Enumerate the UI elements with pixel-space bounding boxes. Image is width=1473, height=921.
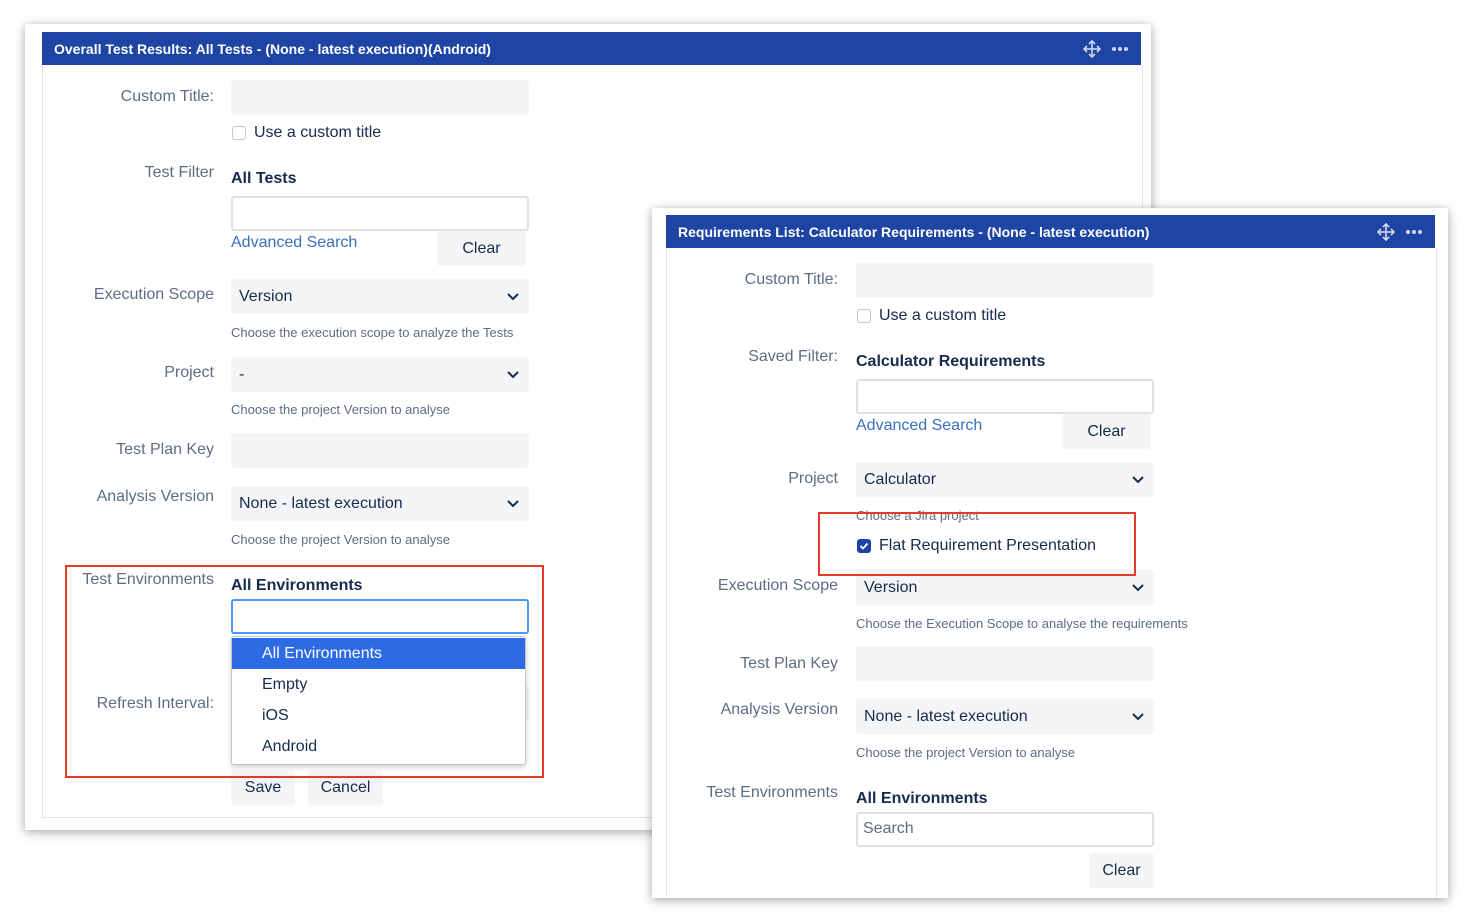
checkbox-box[interactable]: [857, 309, 871, 323]
execution-scope-select[interactable]: Version: [231, 279, 529, 314]
test-environments-value: All Environments: [856, 790, 988, 807]
requirements-list-gadget: Requirements List: Calculator Requiremen…: [652, 208, 1448, 898]
clear-button[interactable]: Clear: [437, 231, 526, 266]
select-value: Calculator: [864, 470, 937, 488]
test-plan-key-label: Test Plan Key: [740, 655, 838, 672]
test-environments-label: Test Environments: [706, 784, 838, 801]
test-plan-key-input[interactable]: [231, 433, 529, 468]
advanced-search-link[interactable]: Advanced Search: [856, 417, 982, 435]
saved-filter-input[interactable]: [856, 379, 1154, 414]
chevron-down-icon: [507, 370, 519, 378]
gadget-header: Requirements List: Calculator Requiremen…: [666, 215, 1435, 248]
project-select[interactable]: Calculator: [856, 462, 1154, 497]
analysis-version-help: Choose the project Version to analyse: [231, 532, 450, 547]
custom-title-input[interactable]: [231, 80, 529, 115]
custom-title-input[interactable]: [856, 263, 1154, 298]
execution-scope-label: Execution Scope: [93, 286, 214, 303]
project-help: Choose the project Version to analyse: [231, 402, 450, 417]
select-value: None - latest execution: [239, 494, 403, 512]
use-custom-title-checkbox[interactable]: Use a custom title: [857, 307, 1006, 325]
analysis-version-help: Choose the project Version to analyse: [856, 745, 1075, 760]
chevron-down-icon: [507, 292, 519, 300]
execution-scope-help: Choose the Execution Scope to analyse th…: [856, 616, 1188, 631]
chevron-down-icon: [1132, 475, 1144, 483]
checkbox-label: Use a custom title: [879, 307, 1007, 324]
execution-scope-label: Execution Scope: [717, 577, 838, 594]
chevron-down-icon: [507, 499, 519, 507]
project-select[interactable]: -: [231, 357, 529, 392]
execution-scope-help: Choose the execution scope to analyze th…: [231, 325, 514, 340]
clear-environments-button[interactable]: Clear: [1089, 853, 1154, 888]
test-filter-input[interactable]: [231, 196, 529, 231]
checkbox-label: Use a custom title: [254, 124, 382, 141]
more-options-icon[interactable]: [1405, 229, 1423, 235]
chevron-down-icon: [1132, 712, 1144, 720]
clear-button[interactable]: Clear: [1062, 414, 1151, 449]
saved-filter-label: Saved Filter:: [748, 348, 838, 365]
move-icon[interactable]: [1377, 222, 1395, 241]
analysis-version-label: Analysis Version: [96, 488, 214, 505]
analysis-version-label: Analysis Version: [720, 701, 838, 718]
gadget-title: Requirements List: Calculator Requiremen…: [678, 223, 1150, 240]
select-value: None - latest execution: [864, 707, 1028, 725]
test-plan-key-label: Test Plan Key: [116, 441, 214, 458]
highlight-box: [65, 565, 544, 778]
chevron-down-icon: [1132, 583, 1144, 591]
analysis-version-select[interactable]: None - latest execution: [856, 699, 1154, 734]
test-filter-label: Test Filter: [144, 164, 214, 181]
advanced-search-link[interactable]: Advanced Search: [231, 234, 357, 252]
saved-filter-value: Calculator Requirements: [856, 353, 1046, 370]
checkbox-box[interactable]: [232, 126, 246, 140]
project-label: Project: [788, 470, 838, 487]
select-value: -: [239, 365, 245, 383]
project-label: Project: [164, 364, 214, 381]
gadget-header: Overall Test Results: All Tests - (None …: [42, 32, 1141, 65]
select-value: Version: [864, 578, 918, 596]
gadget-title: Overall Test Results: All Tests - (None …: [54, 40, 491, 57]
analysis-version-select[interactable]: None - latest execution: [231, 486, 529, 521]
test-filter-value: All Tests: [231, 170, 297, 187]
test-plan-key-input[interactable]: [856, 646, 1154, 681]
use-custom-title-checkbox[interactable]: Use a custom title: [232, 124, 381, 142]
more-options-icon[interactable]: [1111, 46, 1129, 52]
custom-title-label: Custom Title:: [744, 271, 838, 288]
highlight-box: [818, 512, 1136, 576]
select-value: Version: [239, 287, 293, 305]
custom-title-label: Custom Title:: [120, 88, 214, 105]
search-placeholder: Search: [863, 820, 914, 837]
move-icon[interactable]: [1083, 39, 1101, 58]
